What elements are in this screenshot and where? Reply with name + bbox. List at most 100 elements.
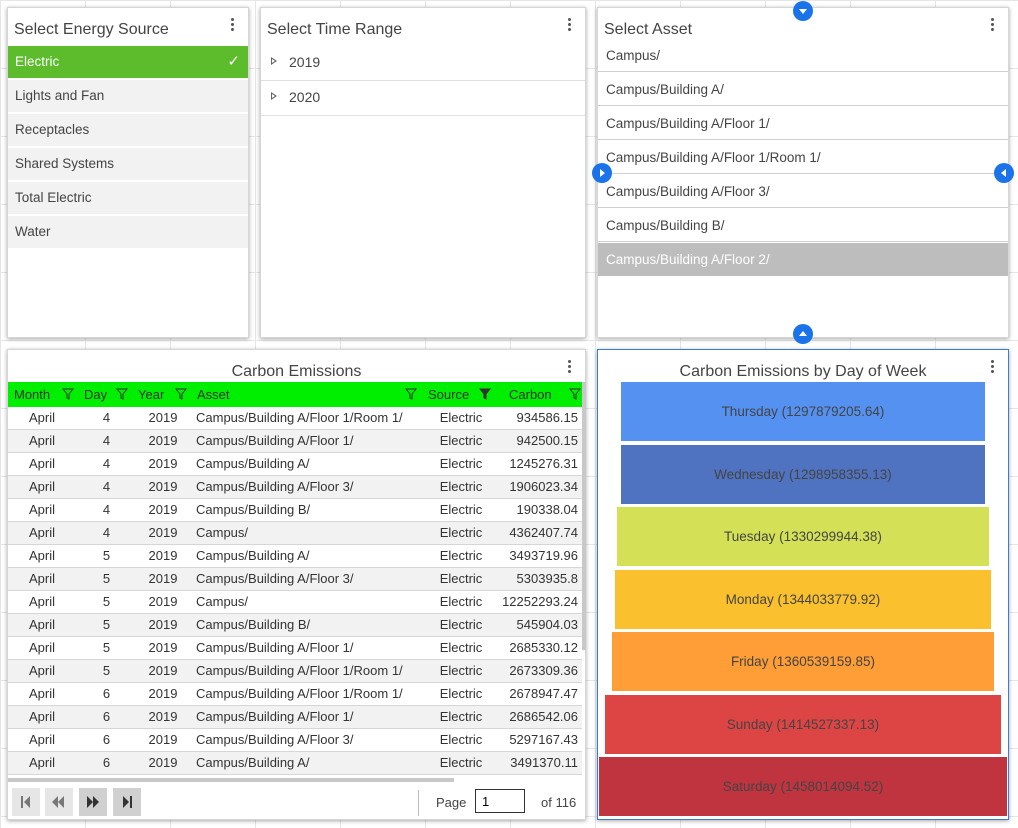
col-source-header[interactable]: Source xyxy=(428,382,469,407)
cell-asset: Campus/Building A/Floor 1/ xyxy=(196,433,354,448)
funnel-segment-wednesday[interactable]: Wednesday (1298958355.13) xyxy=(620,444,986,504)
time-range-panel: Select Time Range 2019 2020 xyxy=(260,7,586,338)
energy-item[interactable]: Receptacles xyxy=(8,114,248,146)
cell-asset: Campus/Building A/Floor 3/ xyxy=(196,571,354,586)
cell-asset: Campus/Building B/ xyxy=(196,617,311,632)
asset-item[interactable]: Campus/ xyxy=(598,39,1008,72)
funnel-segment-monday[interactable]: Monday (1344033779.92) xyxy=(614,569,992,629)
cell-year: 2019 xyxy=(148,571,178,586)
table-row[interactable]: April 6 2019 Campus/Building A/Floor 1/Room… xyxy=(8,683,582,706)
table-row[interactable]: April 5 2019 Campus/Building A/Floor 1/Room… xyxy=(8,660,582,683)
funnel-segment-saturday[interactable]: Saturday (1458014094.52) xyxy=(599,757,1007,816)
horizontal-scrollbar[interactable] xyxy=(8,778,454,782)
cell-year: 2019 xyxy=(148,410,178,425)
table-row[interactable]: April 5 2019 Campus/Building A/Electric 3493… xyxy=(8,545,582,568)
source-filter-icon-active[interactable] xyxy=(479,388,491,400)
day-filter-icon[interactable] xyxy=(116,388,128,400)
carbon-filter-icon[interactable] xyxy=(569,388,581,400)
expand-triangle-icon[interactable] xyxy=(271,92,277,100)
time-tree-node[interactable]: 2019 xyxy=(261,46,585,81)
cell-source: Electric xyxy=(439,594,483,609)
expand-triangle-icon[interactable] xyxy=(271,57,277,65)
time-menu-icon[interactable] xyxy=(563,16,575,32)
cell-source: Electric xyxy=(439,732,483,747)
energy-item[interactable]: Electric ✓ xyxy=(8,46,248,78)
funnel-segment-thursday[interactable]: Thursday (1297879205.64) xyxy=(621,382,985,441)
carbon-grid-panel: Carbon Emissions Month Day Year Asset So… xyxy=(7,349,586,820)
prev-page-button[interactable] xyxy=(45,788,73,816)
energy-item[interactable]: Total Electric xyxy=(8,182,248,214)
funnel-data-label: Monday (1344033779.92) xyxy=(725,591,881,607)
time-tree-node[interactable]: 2020 xyxy=(261,81,585,116)
table-row[interactable]: April 5 2019 Campus/Building A/Floor 3/Elec… xyxy=(8,568,582,591)
cell-asset: Campus/Building B/ xyxy=(196,502,311,517)
col-carbon-header[interactable]: Carbon xyxy=(509,382,552,407)
chart-menu-icon[interactable] xyxy=(986,358,998,374)
month-filter-icon[interactable] xyxy=(62,388,74,400)
resize-handle-bottom[interactable] xyxy=(793,324,813,344)
time-range-title: Select Time Range xyxy=(267,21,403,38)
funnel-data-label: Friday (1360539159.85) xyxy=(730,654,876,669)
table-row[interactable]: April 5 2019 Campus/Electric 12252293.24 xyxy=(8,591,582,614)
energy-item[interactable]: Water xyxy=(8,216,248,248)
table-row[interactable]: April 4 2019 Campus/Building B/Electric 1903… xyxy=(8,499,582,522)
cell-year: 2019 xyxy=(148,755,178,770)
page-label: Page xyxy=(436,795,467,810)
resize-handle-right[interactable] xyxy=(994,163,1014,183)
col-month-header[interactable]: Month xyxy=(14,382,50,407)
resize-handle-left[interactable] xyxy=(592,163,612,183)
col-asset-header[interactable]: Asset xyxy=(197,382,230,407)
funnel-segment-sunday[interactable]: Sunday (1414527337.13) xyxy=(604,694,1002,754)
energy-menu-icon[interactable] xyxy=(226,16,238,32)
cell-day: 4 xyxy=(102,525,111,540)
funnel-segment-tuesday[interactable]: Tuesday (1330299944.38) xyxy=(616,507,990,566)
first-page-button[interactable] xyxy=(12,788,40,816)
asset-item[interactable]: Campus/Building B/ xyxy=(598,209,1008,242)
col-day-header[interactable]: Day xyxy=(84,382,107,407)
energy-item[interactable]: Shared Systems xyxy=(8,148,248,180)
funnel-data-label: Saturday (1458014094.52) xyxy=(722,779,884,794)
asset-menu-icon[interactable] xyxy=(986,16,998,32)
grid-menu-icon[interactable] xyxy=(563,358,575,374)
cell-source: Electric xyxy=(439,502,483,517)
vertical-scrollbar[interactable] xyxy=(582,382,586,650)
col-year-header[interactable]: Year xyxy=(138,382,164,407)
next-page-button[interactable] xyxy=(79,788,107,816)
funnel-segment-friday[interactable]: Friday (1360539159.85) xyxy=(612,632,994,691)
cell-day: 6 xyxy=(102,686,111,701)
table-row[interactable]: April 4 2019 Campus/Building A/Electric 1245… xyxy=(8,453,582,476)
energy-item[interactable]: Lights and Fan xyxy=(8,80,248,112)
table-row[interactable]: April 4 2019 Campus/Building A/Floor 1/Room… xyxy=(8,407,582,430)
asset-item[interactable]: Campus/Building A/Floor 2/ xyxy=(598,243,1008,276)
funnel-chart-panel: Carbon Emissions by Day of Week Thursday… xyxy=(597,349,1009,820)
cell-carbon: 3493719.96 xyxy=(509,548,578,563)
table-row[interactable]: April 5 2019 Campus/Building A/Floor 1/Elec… xyxy=(8,637,582,660)
table-row[interactable]: April 4 2019 Campus/Building A/Floor 1/Elec… xyxy=(8,430,582,453)
asset-item[interactable]: Campus/Building A/Floor 1/ xyxy=(598,107,1008,140)
table-row[interactable]: April 4 2019 Campus/Building A/Floor 3/Elec… xyxy=(8,476,582,499)
table-row[interactable]: April 6 2019 Campus/Building A/Floor 1/Elec… xyxy=(8,706,582,729)
table-row[interactable]: April 4 2019 Campus/Electric 4362407.74 xyxy=(8,522,582,545)
table-row[interactable]: April 6 2019 Campus/Building A/Electric 3491… xyxy=(8,752,582,775)
asset-filter-icon[interactable] xyxy=(405,388,417,400)
asset-item[interactable]: Campus/Building A/Floor 1/Room 1/ xyxy=(598,141,1008,174)
cell-day: 4 xyxy=(102,433,111,448)
page-number-input[interactable] xyxy=(475,789,525,813)
asset-item[interactable]: Campus/Building A/ xyxy=(598,73,1008,106)
cell-asset: Campus/Building A/Floor 1/ xyxy=(196,709,354,724)
cell-source: Electric xyxy=(439,571,483,586)
last-page-button[interactable] xyxy=(113,788,141,816)
resize-handle-top[interactable] xyxy=(793,1,813,21)
cell-month: April xyxy=(28,617,55,632)
energy-source-title: Select Energy Source xyxy=(14,21,169,38)
cell-month: April xyxy=(28,571,55,586)
cell-year: 2019 xyxy=(148,502,178,517)
asset-item[interactable]: Campus/Building A/Floor 3/ xyxy=(598,175,1008,208)
year-filter-icon[interactable] xyxy=(175,388,187,400)
table-row[interactable]: April 5 2019 Campus/Building B/Electric 5459… xyxy=(8,614,582,637)
grid-title: Carbon Emissions xyxy=(231,363,362,380)
cell-day: 4 xyxy=(102,410,111,425)
table-row[interactable]: April 6 2019 Campus/Building A/Floor 3/Elec… xyxy=(8,729,582,752)
cell-asset: Campus/Building A/ xyxy=(196,456,310,471)
cell-day: 6 xyxy=(102,709,111,724)
